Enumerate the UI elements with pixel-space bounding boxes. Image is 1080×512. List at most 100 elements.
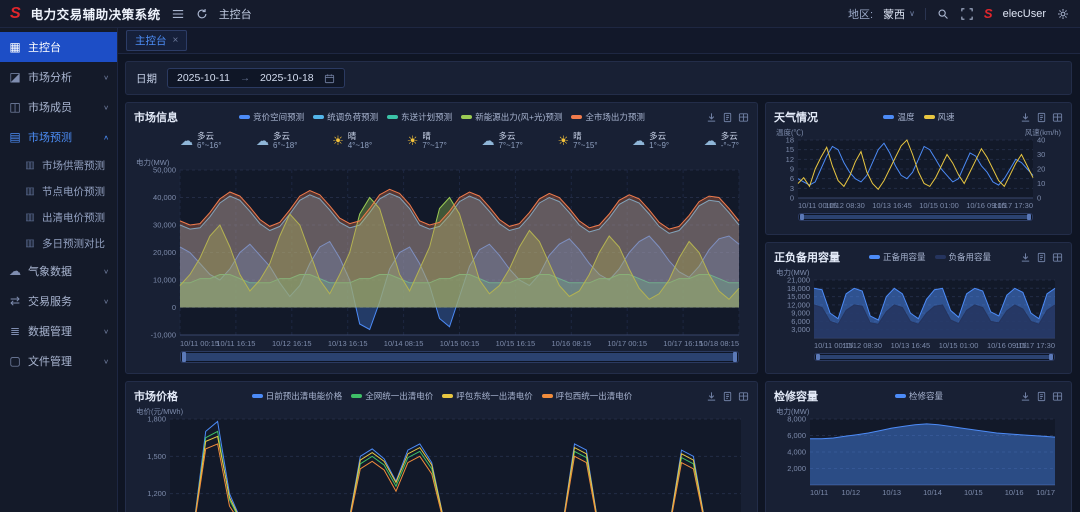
sidebar-item-3[interactable]: ▤市场预测∧ bbox=[0, 122, 117, 152]
arrow-right-icon: → bbox=[240, 73, 250, 84]
sidebar-item-2[interactable]: ◫市场成员∨ bbox=[0, 92, 117, 122]
legend-item[interactable]: 负备用容量 bbox=[935, 251, 992, 263]
svg-text:10/15 16:15: 10/15 16:15 bbox=[496, 339, 536, 348]
layout-icon[interactable] bbox=[738, 112, 749, 123]
svg-text:50,000: 50,000 bbox=[153, 166, 176, 175]
gear-icon[interactable] bbox=[1056, 7, 1070, 21]
sidebar-subitem[interactable]: ▥市场供需预测 bbox=[0, 152, 117, 178]
layout-icon[interactable] bbox=[1052, 252, 1063, 263]
svg-text:10/18 08:15: 10/18 08:15 bbox=[699, 339, 739, 348]
report-icon[interactable] bbox=[722, 112, 733, 123]
report-icon[interactable] bbox=[1036, 112, 1047, 123]
svg-text:2,000: 2,000 bbox=[787, 464, 806, 473]
maintenance-chart[interactable]: 电力(MW)2,0004,0006,0008,00010/1110/1210/1… bbox=[774, 405, 1063, 497]
sidebar-subitem[interactable]: ▥多日预测对比 bbox=[0, 230, 117, 256]
download-icon[interactable] bbox=[1020, 112, 1031, 123]
refresh-icon[interactable] bbox=[195, 7, 209, 21]
fullscreen-icon[interactable] bbox=[960, 7, 974, 21]
svg-text:10/14 08:15: 10/14 08:15 bbox=[384, 339, 424, 348]
sidebar-item-6[interactable]: ≣数据管理∨ bbox=[0, 316, 117, 346]
price-chart[interactable]: 电价(元/MWh)9001,2001,5001,800 bbox=[134, 405, 749, 512]
datazoom-range[interactable] bbox=[801, 215, 1030, 219]
cloud-icon: ☁ bbox=[481, 134, 494, 147]
legend-item[interactable]: 呼包西统一出清电价 bbox=[542, 390, 633, 402]
cloud-icon: ☁ bbox=[632, 134, 645, 147]
datazoom-range[interactable] bbox=[183, 353, 736, 361]
datazoom-slider[interactable] bbox=[814, 353, 1055, 361]
tab-label: 主控台 bbox=[135, 33, 167, 48]
svg-text:10/17: 10/17 bbox=[1036, 488, 1055, 497]
panel-tools bbox=[706, 112, 749, 123]
report-icon[interactable] bbox=[1036, 391, 1047, 402]
legend-item[interactable]: 统调负荷预测 bbox=[313, 111, 378, 123]
legend-item[interactable]: 全市场出力预测 bbox=[571, 111, 645, 123]
datazoom-handle-left[interactable] bbox=[816, 354, 820, 360]
sidebar-item-5[interactable]: ⇄交易服务∨ bbox=[0, 286, 117, 316]
analysis-icon: ◪ bbox=[8, 70, 22, 84]
legend-item[interactable]: 日前预出清电能价格 bbox=[252, 390, 343, 402]
datazoom-handle-right[interactable] bbox=[733, 352, 737, 362]
legend-item[interactable]: 正备用容量 bbox=[869, 251, 926, 263]
legend-item[interactable]: 呼包东统一出清电价 bbox=[442, 390, 533, 402]
date-range-picker[interactable]: 2025-10-11 → 2025-10-18 bbox=[167, 68, 345, 88]
sidebar-item-1[interactable]: ◪市场分析∨ bbox=[0, 62, 117, 92]
datazoom-handle-left[interactable] bbox=[182, 352, 186, 362]
svg-text:12: 12 bbox=[786, 155, 794, 164]
sidebar-item-7[interactable]: ▢文件管理∨ bbox=[0, 346, 117, 376]
market-info-chart[interactable]: 电力(MW)-10,000010,00020,00030,00040,00050… bbox=[134, 156, 749, 348]
svg-text:1,200: 1,200 bbox=[147, 489, 166, 498]
datazoom-handle-right[interactable] bbox=[1027, 214, 1031, 220]
report-icon[interactable] bbox=[722, 391, 733, 402]
layout-icon[interactable] bbox=[1052, 391, 1063, 402]
report-icon[interactable] bbox=[1036, 252, 1047, 263]
download-icon[interactable] bbox=[706, 112, 717, 123]
download-icon[interactable] bbox=[1020, 252, 1031, 263]
legend-item[interactable]: 检修容量 bbox=[895, 390, 943, 402]
datazoom-slider[interactable] bbox=[798, 213, 1033, 221]
svg-text:10/11 00:15: 10/11 00:15 bbox=[180, 339, 219, 348]
legend-item[interactable]: 新能源出力(风+光)预测 bbox=[461, 111, 562, 123]
legend-mark bbox=[935, 255, 946, 259]
bar-chart-icon: ▥ bbox=[24, 212, 36, 223]
datazoom-slider[interactable] bbox=[180, 351, 739, 363]
sidebar-item-4[interactable]: ☁气象数据∨ bbox=[0, 256, 117, 286]
sidebar-collapse-icon[interactable] bbox=[171, 7, 185, 21]
brand-logo: S bbox=[10, 6, 21, 22]
layout-icon[interactable] bbox=[738, 391, 749, 402]
legend-item[interactable]: 东送计划预测 bbox=[387, 111, 452, 123]
cloud-icon: ☁ bbox=[256, 134, 269, 147]
close-icon[interactable]: × bbox=[173, 35, 179, 46]
dashboard-grid: 市场信息 竞价空间预测统调负荷预测东送计划预测新能源出力(风+光)预测全市场出力… bbox=[118, 102, 1080, 512]
sidebar: ▦主控台◪市场分析∨◫市场成员∨▤市场预测∧▥市场供需预测▥节点电价预测▥出清电… bbox=[0, 28, 118, 512]
sidebar-subitem[interactable]: ▥出清电价预测 bbox=[0, 204, 117, 230]
username[interactable]: elecUser bbox=[1003, 8, 1046, 20]
legend-mark bbox=[924, 115, 935, 119]
members-icon: ◫ bbox=[8, 100, 22, 114]
legend-item[interactable]: 全网统一出清电价 bbox=[351, 390, 433, 402]
svg-text:10/14: 10/14 bbox=[923, 488, 942, 497]
datazoom-handle-left[interactable] bbox=[800, 214, 804, 220]
datazoom-handle-right[interactable] bbox=[1049, 354, 1053, 360]
svg-text:20: 20 bbox=[1037, 165, 1045, 174]
legend-item[interactable]: 竞价空间预测 bbox=[239, 111, 304, 123]
layout-icon[interactable] bbox=[1052, 112, 1063, 123]
legend-item[interactable]: 温度 bbox=[883, 111, 914, 123]
svg-text:10/13 16:45: 10/13 16:45 bbox=[891, 341, 931, 350]
panel-tools bbox=[1020, 391, 1063, 402]
search-icon[interactable] bbox=[936, 7, 950, 21]
reserve-chart[interactable]: 电力(MW)3,0006,0009,00012,00015,00018,0002… bbox=[774, 266, 1063, 350]
svg-text:10/15 01:00: 10/15 01:00 bbox=[919, 201, 959, 210]
legend-item[interactable]: 风速 bbox=[924, 111, 955, 123]
datazoom-range[interactable] bbox=[817, 355, 1052, 359]
chevron-down-icon: ∨ bbox=[103, 327, 109, 334]
download-icon[interactable] bbox=[706, 391, 717, 402]
svg-text:10/16: 10/16 bbox=[1005, 488, 1024, 497]
download-icon[interactable] bbox=[1020, 391, 1031, 402]
region-select[interactable]: 蒙西 ∨ bbox=[883, 6, 915, 22]
cloud-icon: ☁ bbox=[704, 134, 717, 147]
tab-console[interactable]: 主控台 × bbox=[126, 30, 187, 51]
sidebar-subitem[interactable]: ▥节点电价预测 bbox=[0, 178, 117, 204]
legend: 正备用容量负备用容量 bbox=[846, 251, 1014, 263]
sidebar-item-0[interactable]: ▦主控台 bbox=[0, 32, 117, 62]
weather-chart[interactable]: 温度(℃)风速(km/h)036912151801020304010/11 00… bbox=[774, 126, 1063, 210]
